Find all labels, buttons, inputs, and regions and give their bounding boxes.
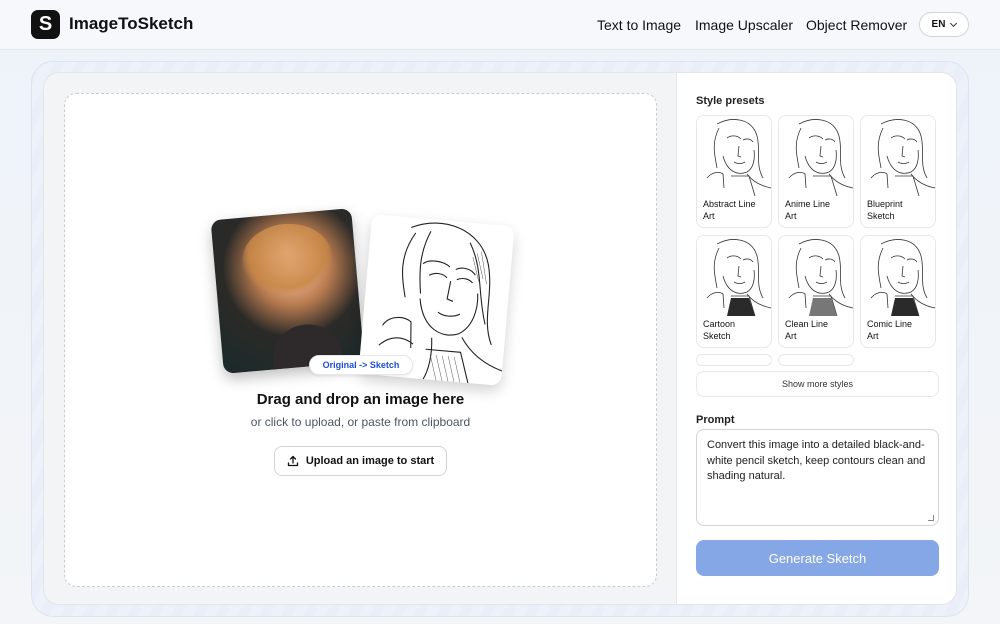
prompt-label: Prompt: [696, 414, 735, 426]
generate-sketch-button[interactable]: Generate Sketch: [696, 540, 939, 576]
preset-comic-line-art[interactable]: Comic Line Art: [860, 235, 936, 348]
preset-sketch-image: [788, 119, 853, 197]
settings-panel: Style presets Abstract Line Art Anime Lin…: [676, 73, 956, 604]
nav-text-to-image[interactable]: Text to Image: [597, 17, 681, 33]
prompt-textarea[interactable]: Convert this image into a detailed black…: [696, 429, 939, 526]
original-photo-preview: [210, 208, 365, 374]
preset-partial[interactable]: [778, 354, 854, 366]
preset-sketch-image: [706, 239, 771, 317]
preset-blueprint-sketch[interactable]: Blueprint Sketch: [860, 115, 936, 228]
preset-label: Clean Line Art: [785, 319, 829, 341]
preset-anime-line-art[interactable]: Anime Line Art: [778, 115, 854, 228]
preset-thumbnail: [697, 236, 771, 317]
comparison-badge: Original -> Sketch: [309, 355, 413, 375]
logo-icon[interactable]: S: [31, 10, 60, 39]
image-dropzone[interactable]: Original -> Sketch Drag and drop an imag…: [64, 93, 657, 587]
nav-object-remover[interactable]: Object Remover: [806, 17, 907, 33]
style-presets-label: Style presets: [696, 95, 765, 107]
preset-thumbnail: [697, 116, 771, 197]
top-bar: S ImageToSketch Text to Image Image Upsc…: [0, 0, 1000, 50]
preset-label: Blueprint Sketch: [867, 199, 903, 221]
preset-thumbnail: [861, 236, 935, 317]
resize-handle-icon[interactable]: [928, 515, 934, 521]
preset-sketch-image: [870, 119, 935, 197]
preset-sketch-image: [870, 239, 935, 317]
preset-label: Anime Line Art: [785, 199, 831, 221]
preset-thumbnail: [861, 116, 935, 197]
preset-label: Cartoon Sketch: [703, 319, 736, 341]
preset-abstract-line-art[interactable]: Abstract Line Art: [696, 115, 772, 228]
preset-thumbnail: [779, 236, 853, 317]
upload-button[interactable]: Upload an image to start: [274, 446, 447, 476]
brand-name[interactable]: ImageToSketch: [69, 14, 193, 34]
upload-icon: [287, 455, 298, 467]
language-selector[interactable]: EN: [919, 12, 969, 37]
preset-sketch-image: [706, 119, 771, 197]
language-label: EN: [931, 19, 946, 30]
chevron-down-icon: [950, 19, 958, 27]
preset-thumbnail: [779, 116, 853, 197]
dropzone-title: Drag and drop an image here: [256, 391, 465, 408]
preset-cartoon-sketch[interactable]: Cartoon Sketch: [696, 235, 772, 348]
dropzone-subtitle: or click to upload, or paste from clipbo…: [250, 415, 471, 429]
preset-sketch-image: [788, 239, 853, 317]
editor-card: Original -> Sketch Drag and drop an imag…: [43, 72, 957, 605]
preset-label: Comic Line Art: [867, 319, 913, 341]
nav-image-upscaler[interactable]: Image Upscaler: [695, 17, 793, 33]
preset-clean-line-art[interactable]: Clean Line Art: [778, 235, 854, 348]
preset-partial[interactable]: [696, 354, 772, 366]
prompt-text: Convert this image into a detailed black…: [707, 439, 926, 482]
upload-button-label: Upload an image to start: [305, 455, 435, 467]
preset-label: Abstract Line Art: [703, 199, 756, 221]
show-more-styles-button[interactable]: Show more styles: [696, 371, 939, 397]
